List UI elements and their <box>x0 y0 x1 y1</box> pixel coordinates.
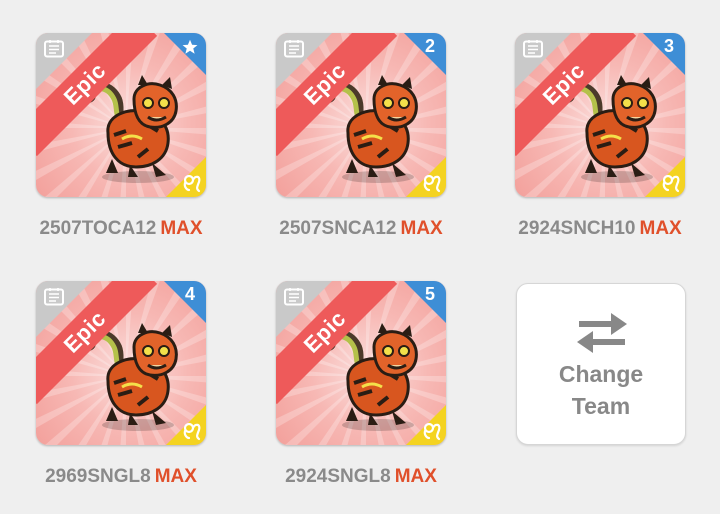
star-icon <box>182 39 198 54</box>
team-position-badge: 3 <box>663 36 674 56</box>
leo-icon <box>423 174 441 193</box>
notes-icon[interactable] <box>284 288 304 306</box>
notes-icon[interactable] <box>284 40 304 58</box>
level-max-tag: MAX <box>154 466 197 487</box>
monster-name: 2507SNCA12 <box>279 218 397 239</box>
leo-icon <box>662 174 680 193</box>
monster-name: 2969SNGL8 <box>45 466 151 487</box>
monster-card[interactable]: Epic 3 <box>515 33 685 197</box>
notes-icon[interactable] <box>44 288 64 306</box>
monster-label: 2924SNGL8 MAX <box>241 466 481 488</box>
team-position-badge: 2 <box>424 36 435 56</box>
level-max-tag: MAX <box>400 218 443 239</box>
leo-icon <box>423 422 441 441</box>
level-max-tag: MAX <box>639 218 682 239</box>
team-position-badge: 4 <box>184 284 195 304</box>
team-position-badge: 5 <box>424 284 435 304</box>
monster-name: 2924SNGL8 <box>285 466 391 487</box>
swap-arrows-icon <box>577 313 627 353</box>
monster-label: 2924SNCH10 MAX <box>480 218 720 240</box>
level-max-tag: MAX <box>394 466 437 487</box>
monster-label: 2507TOCA12 MAX <box>1 218 241 240</box>
level-max-tag: MAX <box>160 218 203 239</box>
monster-name: 2507TOCA12 <box>39 218 157 239</box>
change-team-label-line1: Change <box>558 361 644 387</box>
leo-icon <box>183 174 201 193</box>
monster-card[interactable]: Epic 4 <box>36 281 206 445</box>
notes-icon[interactable] <box>523 40 543 58</box>
monster-card[interactable]: Epic 2 <box>276 33 446 197</box>
leo-icon <box>183 422 201 441</box>
monster-label: 2969SNGL8 MAX <box>1 466 241 488</box>
notes-icon[interactable] <box>44 40 64 58</box>
monster-card[interactable]: Epic 5 <box>276 281 446 445</box>
monster-label: 2507SNCA12 MAX <box>241 218 481 240</box>
change-team-label-line2: Team <box>571 393 631 419</box>
monster-card[interactable]: Epic <box>36 33 206 197</box>
monster-name: 2924SNCH10 <box>518 218 636 239</box>
change-team-button[interactable]: Change Team <box>516 283 686 445</box>
